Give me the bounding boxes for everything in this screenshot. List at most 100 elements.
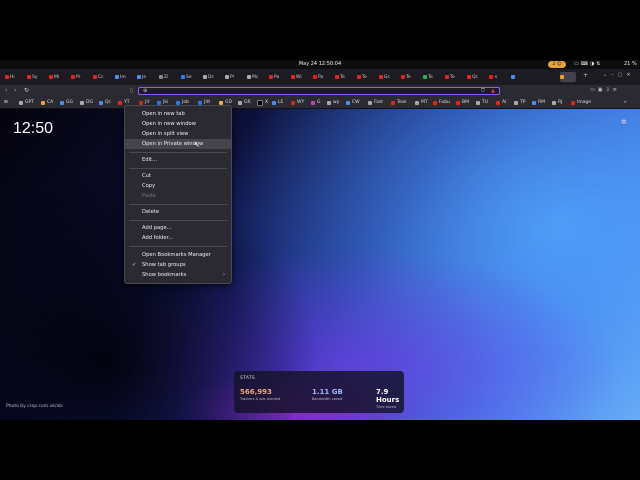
tab[interactable]: Cc — [93, 72, 111, 82]
bookmark-item[interactable]: Fast — [368, 99, 383, 106]
menu-item-open-split-view[interactable]: Open in split view — [125, 129, 231, 139]
bookmark-favicon — [41, 100, 45, 105]
battery-indicator[interactable]: 21 % — [624, 61, 637, 67]
menu-item-show-tab-groups[interactable]: ✓ Show tab groups — [125, 260, 231, 270]
tab[interactable]: Wi — [291, 72, 309, 82]
menu-item-open-private-window[interactable]: Open in Private window — [125, 139, 231, 149]
bookmark-favicon — [19, 100, 23, 105]
browser-window: Hi Sy Mi Pr Cc Im Je Zi Se Dc Pr Mc Pa W… — [0, 69, 640, 420]
bookmark-item[interactable]: AI — [496, 99, 506, 106]
tab[interactable]: Pr — [225, 72, 243, 82]
url-bar[interactable]: ⊕ ⛉ ▲ — [138, 87, 500, 95]
tab[interactable]: Te — [423, 72, 441, 82]
menu-item-delete[interactable]: Delete — [125, 207, 231, 217]
bookmark-item[interactable]: RJ — [552, 99, 562, 106]
bookmark-item[interactable]: TU — [476, 99, 488, 106]
bookmark-item[interactable]: WY — [291, 99, 304, 106]
tab-favicon — [357, 75, 361, 79]
system-tray-icons[interactable]: ▭⌨◑⇅ — [574, 61, 603, 67]
bookmark-item[interactable]: X — [257, 99, 268, 106]
menu-item-copy[interactable]: Copy — [125, 181, 231, 191]
gear-icon[interactable]: ✲ — [621, 118, 627, 126]
tab[interactable]: Mc — [247, 72, 265, 82]
bookmark-item[interactable]: Tesk — [391, 99, 407, 106]
shield-icon[interactable]: ⛉ — [481, 88, 485, 94]
bookmark-item[interactable]: RM — [532, 99, 545, 106]
tab[interactable]: Pa — [269, 72, 287, 82]
back-button[interactable]: ‹ — [5, 87, 7, 94]
tab-favicon — [137, 75, 141, 79]
mouse-cursor-icon: ↖ — [194, 141, 200, 149]
tab[interactable]: Je — [137, 72, 155, 82]
menu-item-bookmarks-manager[interactable]: Open Bookmarks Manager — [125, 250, 231, 260]
tab[interactable]: Qc — [467, 72, 485, 82]
menu-item-paste[interactable]: Paste — [125, 191, 231, 201]
menu-item-edit[interactable]: Edit... — [125, 155, 231, 165]
tab[interactable]: Zi — [159, 72, 177, 82]
tab-favicon — [269, 75, 273, 79]
tab[interactable]: Mi — [49, 72, 67, 82]
apps-icon[interactable]: ⊞ — [4, 99, 8, 106]
system-clock[interactable]: May 24 12:50:04 — [0, 61, 640, 67]
bookmark-favicon — [157, 100, 161, 105]
tab[interactable]: Te — [335, 72, 353, 82]
bookmarks-bar: ⊞ GPT CA GG DG Qc YT Jit Jki Job Jitt GD… — [0, 97, 640, 109]
tab[interactable]: Te — [401, 72, 419, 82]
bookmark-favicon — [272, 100, 276, 105]
reload-button[interactable]: ↻ — [24, 87, 29, 94]
tab[interactable]: Dc — [203, 72, 221, 82]
stat-value: 566,993 — [240, 388, 272, 396]
bookmark-item[interactable]: GR — [238, 99, 251, 106]
forward-button[interactable]: › — [14, 87, 16, 94]
bookmarks-overflow-icon[interactable]: » — [624, 99, 627, 106]
tab-favicon — [115, 75, 119, 79]
tab-favicon — [247, 75, 251, 79]
bookmark-item[interactable]: Fubu — [433, 99, 450, 106]
tab-favicon — [27, 75, 31, 79]
tab[interactable]: Sy — [27, 72, 45, 82]
sidebar-toggle-icon[interactable]: ▯ — [130, 88, 133, 94]
bookmark-item[interactable]: wy — [327, 99, 339, 106]
bookmark-item[interactable]: BM — [456, 99, 469, 106]
tab-favicon — [467, 75, 471, 79]
menu-item-cut[interactable]: Cut — [125, 171, 231, 181]
toolbar-extension-icons[interactable]: ▭▣⇩≡ — [590, 87, 620, 93]
tab[interactable]: Hi — [5, 72, 23, 82]
notification-badge[interactable]: 2 ☺ — [548, 61, 566, 68]
bookmark-favicon — [99, 100, 103, 105]
bookmark-item[interactable]: Qc — [99, 99, 111, 106]
tab[interactable]: Te — [357, 72, 375, 82]
tab[interactable]: Gc — [379, 72, 397, 82]
brave-rewards-icon[interactable]: ▲ — [491, 88, 495, 94]
bookmark-item[interactable]: Image — [571, 99, 591, 106]
bookmark-item[interactable]: CW — [346, 99, 360, 106]
menu-item-add-page[interactable]: Add page... — [125, 223, 231, 233]
tab[interactable]: Se — [181, 72, 199, 82]
window-controls[interactable]: ⌄–▢× — [603, 72, 635, 78]
photo-credit[interactable]: Photo by crop.com.uk/ab — [6, 404, 62, 409]
bookmark-item[interactable]: LE — [272, 99, 283, 106]
menu-separator — [129, 168, 227, 169]
menu-item-show-bookmarks[interactable]: Show bookmarks › — [125, 270, 231, 280]
menu-item-add-folder[interactable]: Add folder... — [125, 233, 231, 243]
tab[interactable]: Pr — [71, 72, 89, 82]
tab[interactable]: × — [489, 72, 507, 82]
bookmark-item[interactable]: G — [311, 99, 321, 106]
bookmark-item[interactable]: GG — [60, 99, 73, 106]
menu-item-open-new-window[interactable]: Open in new window — [125, 119, 231, 129]
menu-item-open-new-tab[interactable]: Open in new tab — [125, 109, 231, 119]
tab-active[interactable] — [560, 72, 576, 82]
bookmark-item[interactable]: MT — [415, 99, 428, 106]
bookmark-item[interactable]: GPT — [19, 99, 34, 106]
system-top-bar: May 24 12:50:04 2 ☺ ▭⌨◑⇅ 21 % — [0, 60, 640, 69]
tab[interactable]: Pa — [313, 72, 331, 82]
bookmark-item[interactable]: TP — [514, 99, 525, 106]
bookmark-item[interactable]: DG — [80, 99, 93, 106]
bookmark-item[interactable]: CA — [41, 99, 53, 106]
tab[interactable]: Im — [115, 72, 133, 82]
bookmark-favicon — [176, 100, 180, 105]
tab[interactable]: Te — [445, 72, 463, 82]
tab-favicon — [225, 75, 229, 79]
tab[interactable] — [511, 72, 529, 82]
new-tab-button[interactable]: + — [583, 72, 588, 79]
